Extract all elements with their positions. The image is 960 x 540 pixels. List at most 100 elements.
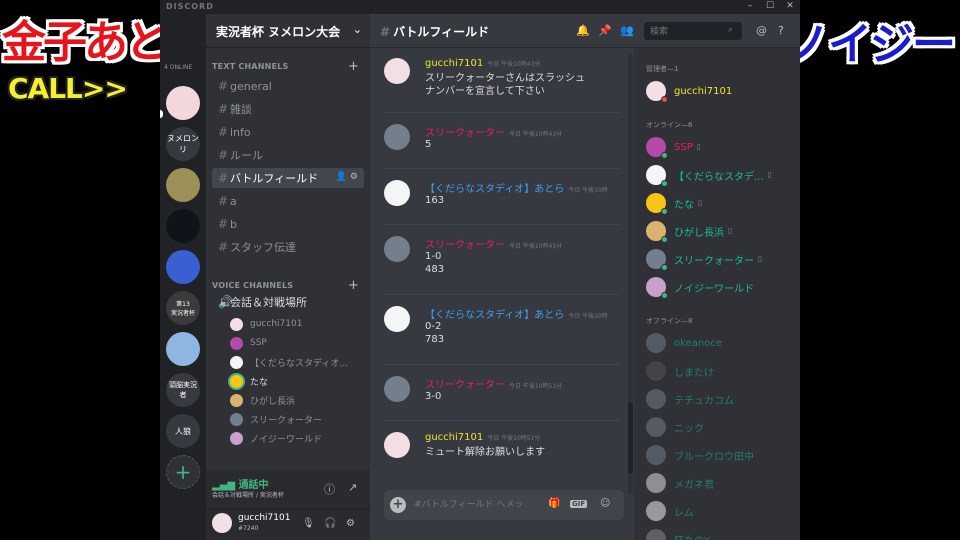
guild-icon[interactable] (166, 168, 200, 202)
member-item[interactable]: たな ▯ (646, 192, 702, 215)
member-name: gucchi7101 (674, 85, 733, 97)
voice-user[interactable]: SSP (230, 334, 267, 352)
avatar (646, 81, 668, 103)
member-item[interactable]: テチュカコム (646, 388, 734, 410)
maximize-icon[interactable]: ☐ (760, 1, 780, 11)
guild-icon[interactable]: ヌメロンリ (166, 127, 200, 161)
voice-user[interactable]: ひがし長浜 (230, 391, 295, 409)
disconnect-icon[interactable]: ↗ (348, 481, 357, 494)
guild-icon[interactable] (166, 86, 200, 120)
emoji-icon[interactable]: ☺ (600, 498, 610, 509)
member-item[interactable]: ひがし長浜 ▯ (646, 220, 732, 243)
avatar[interactable] (384, 124, 410, 150)
guild-icon[interactable] (166, 209, 200, 243)
headset-icon[interactable]: 🎧 (324, 518, 336, 529)
avatar[interactable] (212, 513, 232, 533)
avatar[interactable] (384, 376, 410, 402)
scrollbar-thumb[interactable] (628, 402, 633, 474)
avatar[interactable] (384, 180, 410, 206)
mention-icon[interactable]: @ (756, 24, 767, 37)
channel-item[interactable]: # スタッフ伝達 (212, 237, 364, 257)
member-item[interactable]: スリークォーター ▯ (646, 248, 762, 271)
message-author[interactable]: gucchi7101 (425, 58, 483, 69)
speaker-icon: 🔊 (218, 295, 233, 309)
locked-hash-icon: # (218, 194, 229, 208)
member-item[interactable]: ニック (646, 416, 704, 438)
member-name: しまたけ (674, 367, 714, 379)
mobile-icon: ▯ (758, 255, 762, 263)
add-server-button[interactable]: + (166, 455, 200, 489)
add-channel-icon[interactable]: + (348, 278, 359, 293)
voice-user[interactable]: スリークォーター (230, 410, 322, 428)
channel-item-active[interactable]: # バトルフィールド 👤 ⚙ (212, 168, 364, 188)
avatar (646, 529, 666, 540)
member-category-online: オンライン—6 (646, 121, 693, 129)
voice-channel[interactable]: 🔊 会話＆対戦場所 (212, 292, 364, 312)
voice-user[interactable]: gucchi7101 (230, 315, 302, 333)
avatar (646, 165, 668, 187)
gear-icon[interactable]: ⚙ (346, 518, 355, 529)
voice-channels-category[interactable]: VOICE CHANNELS + (212, 278, 359, 293)
guild-icon[interactable]: 頭脳実況者 (166, 373, 200, 407)
guild-icon[interactable]: 第13 実況者杯 (166, 291, 200, 325)
channel-item[interactable]: # b (212, 214, 364, 234)
avatar[interactable] (384, 306, 410, 332)
voice-user[interactable]: 【くだらなスタディオ... (230, 353, 348, 371)
voice-user[interactable]: たな (230, 372, 268, 390)
help-icon[interactable]: ? (778, 24, 784, 37)
microphone-icon[interactable]: 🎙 (302, 518, 315, 529)
discord-window: DISCORD – ☐ ✕ 4 ONLINE ヌメロンリ 第13 実況者杯 頭脳… (160, 0, 800, 540)
minimize-icon[interactable]: – (740, 1, 760, 11)
hash-icon: # (218, 148, 229, 162)
avatar (646, 249, 668, 271)
members-icon[interactable]: 👥 (620, 24, 634, 37)
member-name: たな (674, 199, 694, 211)
close-icon[interactable]: ✕ (780, 1, 800, 11)
member-name: ブルークロウ田中 (674, 451, 754, 463)
channel-item[interactable]: # info (212, 122, 364, 142)
add-channel-icon[interactable]: + (348, 59, 359, 74)
channel-title: # バトルフィールド (380, 25, 490, 39)
status-indicator (661, 264, 668, 271)
text-channels-category[interactable]: TEXT CHANNELS + (212, 59, 359, 74)
message-text: 3-0 (425, 391, 442, 402)
member-name: okeanoce (674, 337, 722, 349)
avatar[interactable] (384, 432, 410, 458)
guild-header[interactable]: 実況者杯 ヌメロン大会 ⌄ (206, 14, 370, 48)
voice-user[interactable]: ノイジーワールド (230, 429, 322, 447)
message-timestamp: 今日 午後10時43分 (509, 131, 563, 138)
locked-hash-icon: # (218, 102, 229, 116)
member-item[interactable]: しまたけ (646, 360, 714, 382)
member-item[interactable]: メガネ君 (646, 472, 714, 494)
channel-item[interactable]: # ルール (212, 145, 364, 165)
gif-button[interactable]: GIF (570, 500, 588, 508)
member-item[interactable]: SSP ▯ (646, 136, 701, 159)
member-item[interactable]: レム (646, 500, 694, 522)
guild-icon[interactable]: 人狼 (166, 414, 200, 448)
message-author[interactable]: gucchi7101 (425, 432, 483, 443)
member-item[interactable]: gucchi7101 (646, 80, 733, 103)
info-icon[interactable]: ⓘ (324, 481, 335, 497)
bell-icon[interactable]: 🔔 (576, 24, 590, 37)
member-item[interactable]: okeanoce (646, 332, 722, 354)
channel-item[interactable]: # 雑談 (212, 99, 364, 119)
member-item[interactable]: 狂丸のY (646, 528, 710, 540)
status-indicator (661, 180, 668, 187)
message-divider (384, 420, 620, 421)
member-item[interactable]: ブルークロウ田中 (646, 444, 754, 466)
channel-item[interactable]: # a (212, 191, 364, 211)
avatar[interactable] (384, 58, 410, 84)
member-item[interactable]: 【くだらなスタデ... ▯ (646, 164, 771, 187)
gift-icon[interactable]: 🎁 (548, 498, 560, 509)
guild-icon[interactable] (166, 332, 200, 366)
channel-item[interactable]: # general (212, 76, 364, 96)
message-input[interactable] (414, 497, 534, 513)
upload-button[interactable]: + (390, 497, 406, 513)
avatar (646, 445, 666, 465)
guild-icon[interactable] (166, 250, 200, 284)
avatar (230, 431, 243, 445)
member-item[interactable]: ノイジーワールド (646, 276, 758, 299)
avatar[interactable] (384, 236, 410, 262)
pin-icon[interactable]: 📌 (598, 24, 612, 37)
invite-settings-icons[interactable]: 👤 ⚙ (336, 172, 358, 182)
